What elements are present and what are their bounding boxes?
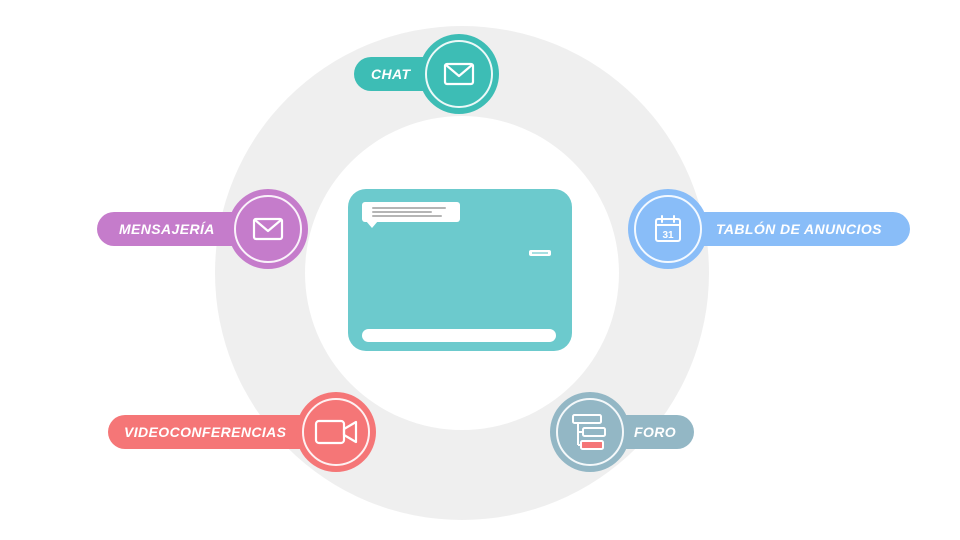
- central-screen: [348, 189, 572, 351]
- node-mensajeria-label: MENSAJERÍA: [119, 221, 215, 237]
- video-camera-icon: [314, 419, 358, 445]
- node-tablon-badge[interactable]: 31: [628, 189, 708, 269]
- node-foro-label: FORO: [634, 424, 677, 440]
- calendar-icon: 31: [655, 215, 681, 242]
- calendar-icon-day: 31: [662, 230, 674, 241]
- node-chat-label: CHAT: [371, 66, 411, 82]
- node-chat-badge[interactable]: [419, 34, 499, 114]
- screen-input-bar: [362, 329, 556, 342]
- node-videoconferencias-badge[interactable]: [296, 392, 376, 472]
- speech-bubble-icon: [362, 202, 460, 228]
- node-mensajeria-badge[interactable]: [228, 189, 308, 269]
- node-foro-badge[interactable]: [550, 392, 630, 472]
- envelope-icon: [252, 217, 284, 241]
- forum-threads-icon: [572, 414, 606, 450]
- envelope-icon: [443, 62, 475, 86]
- node-videoconferencias-label: VIDEOCONFERENCIAS: [124, 424, 287, 440]
- node-tablon-label: TABLÓN DE ANUNCIOS: [716, 221, 882, 237]
- screen-tag: [529, 250, 551, 256]
